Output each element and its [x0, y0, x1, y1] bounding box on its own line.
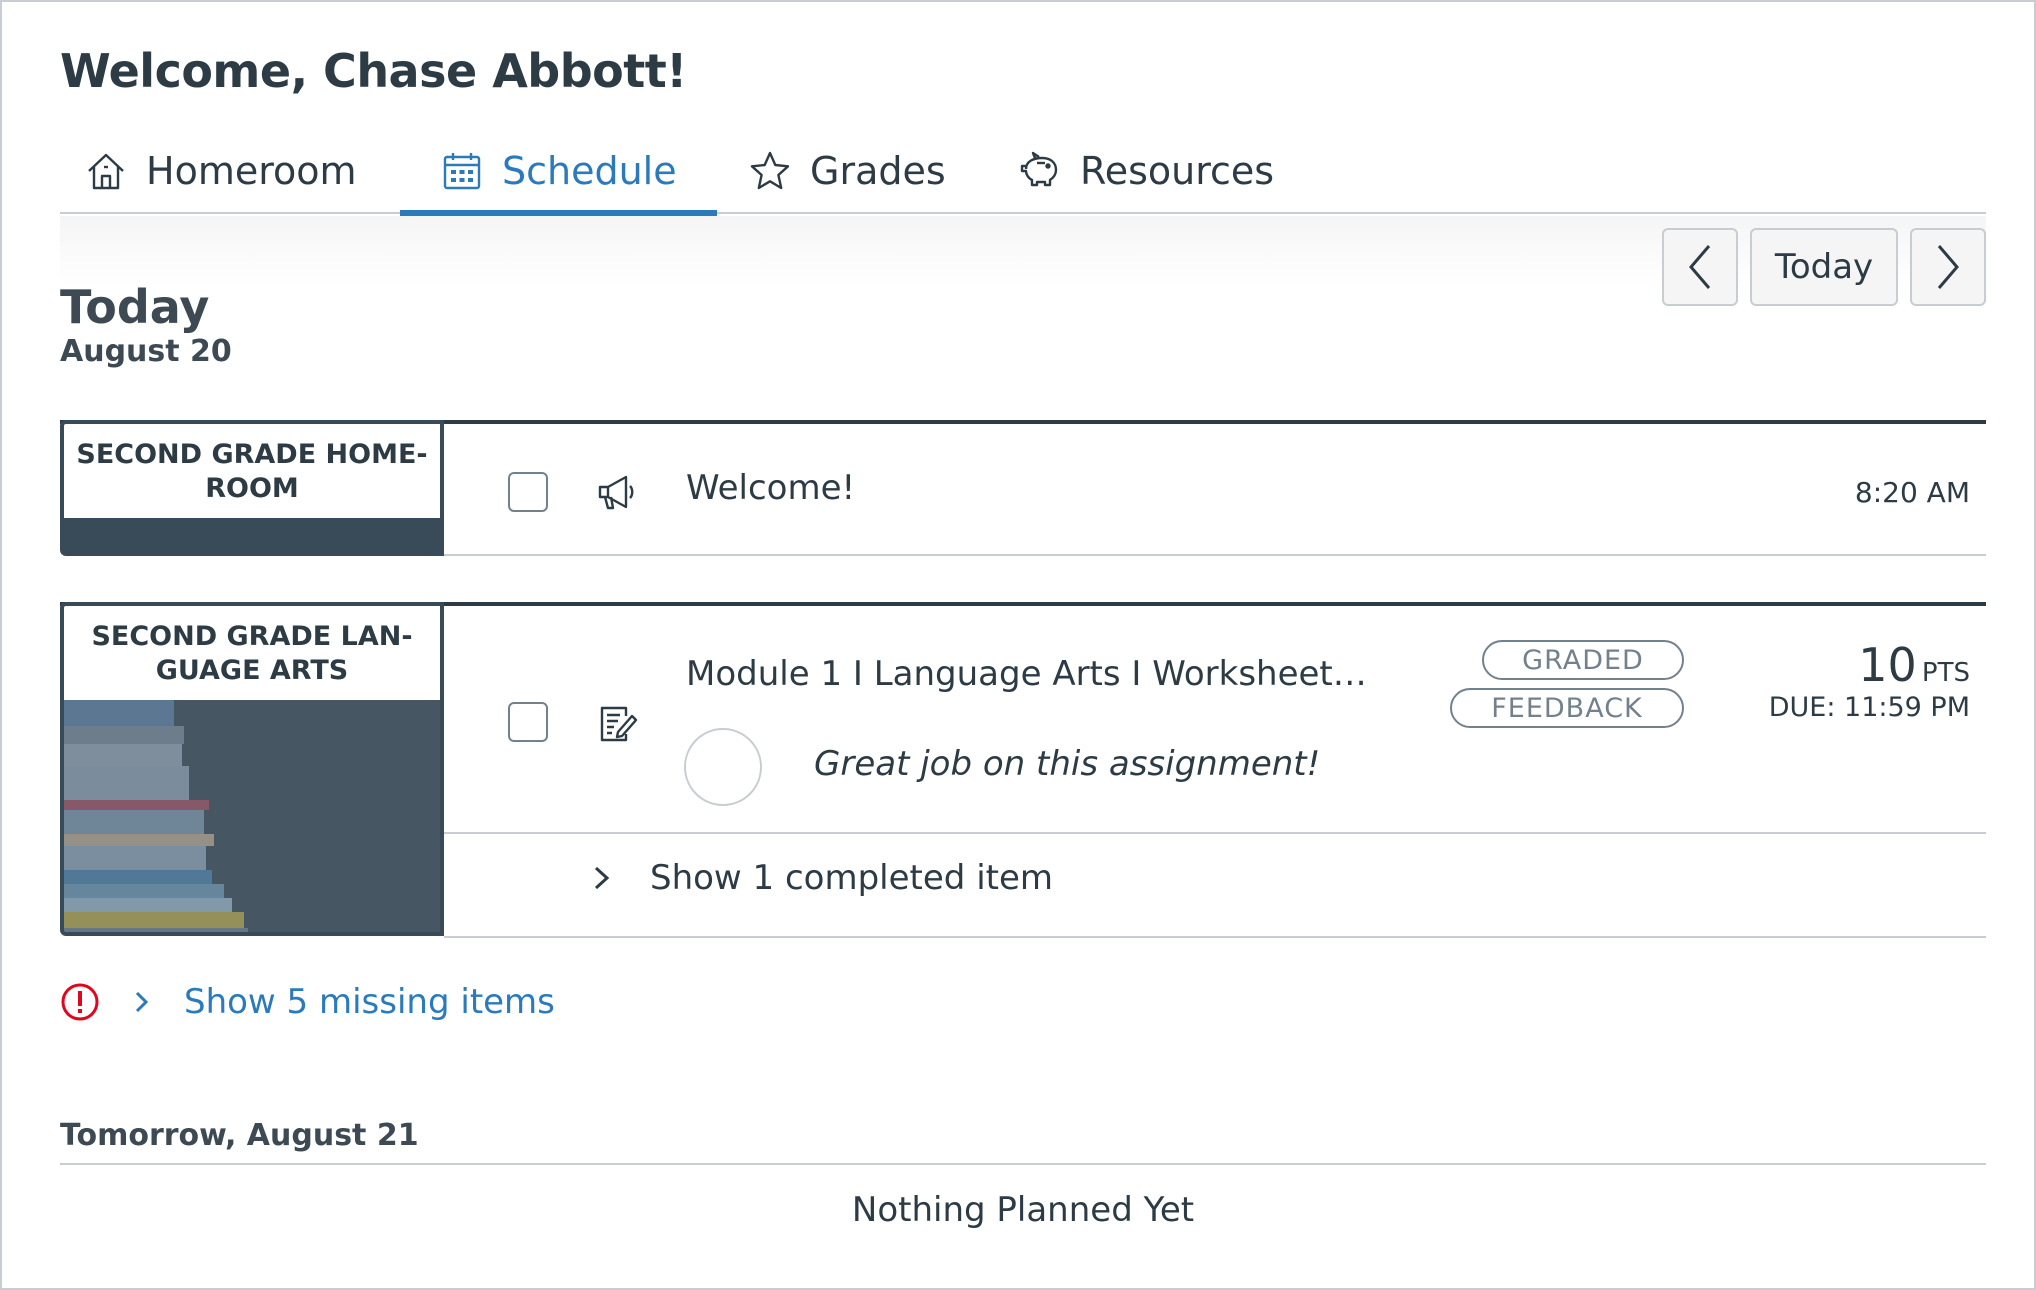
calendar-icon [443, 153, 481, 190]
points-value: 10 [1858, 638, 1917, 692]
item-title[interactable]: Welcome! [686, 468, 855, 508]
item-time: 8:20 AM [1854, 476, 1970, 509]
course-card-language-arts: SECOND GRADE LAN- GUAGE ARTS Module 1 I … [60, 602, 1986, 938]
graded-badge: GRADED [1482, 640, 1684, 680]
item-complete-checkbox[interactable] [508, 702, 548, 742]
tab-grades[interactable]: Grades [748, 128, 946, 214]
day-title: Today [60, 280, 210, 334]
row-divider [444, 832, 1986, 834]
chevron-right-icon [135, 991, 149, 1013]
feedback-comment: Great job on this assignment! [814, 744, 1321, 784]
tab-resources[interactable]: Resources [1018, 128, 1274, 214]
tab-label: Grades [810, 149, 946, 193]
nothing-planned-text: Nothing Planned Yet [851, 1190, 1195, 1230]
welcome-heading: Welcome, Chase Abbott! [60, 44, 687, 98]
today-button[interactable]: Today [1750, 228, 1898, 306]
course-tile[interactable]: SECOND GRADE LAN- GUAGE ARTS [60, 602, 444, 936]
books-stack-image [64, 700, 440, 932]
item-complete-checkbox[interactable] [508, 472, 548, 512]
due-time: DUE: 11:59 PM [1768, 692, 1970, 723]
tab-label: Homeroom [146, 149, 357, 193]
course-tile[interactable]: SECOND GRADE HOME- ROOM [60, 420, 444, 556]
tomorrow-heading: Tomorrow, August 21 [60, 1118, 419, 1153]
course-name: SECOND GRADE HOME- ROOM [64, 424, 440, 518]
warning-icon [61, 983, 99, 1021]
next-day-button[interactable] [1910, 228, 1986, 306]
day-date: August 20 [60, 334, 232, 369]
dashboard-tabs: Homeroom Schedule Grades Resources [60, 128, 1986, 216]
tab-schedule[interactable]: Schedule [400, 128, 717, 216]
show-completed-toggle[interactable]: Show 1 completed item [590, 858, 1053, 898]
announcement-icon [598, 475, 634, 510]
tomorrow-divider [60, 1163, 1986, 1165]
feedback-badge: FEEDBACK [1450, 688, 1684, 728]
chevron-right-icon [594, 866, 610, 890]
row-divider [444, 936, 1986, 938]
tab-label: Schedule [502, 149, 677, 193]
tab-homeroom[interactable]: Homeroom [84, 128, 357, 214]
item-title[interactable]: Module 1 I Language Arts I Worksheet… [686, 654, 1367, 694]
points: 10 PTS [1858, 638, 1970, 692]
teacher-avatar [684, 728, 762, 806]
home-icon [88, 153, 124, 190]
tab-label: Resources [1080, 149, 1275, 193]
chevron-right-icon [1937, 245, 1959, 289]
row-divider [444, 554, 1986, 556]
assignment-icon [600, 706, 638, 742]
show-completed-label: Show 1 completed item [650, 858, 1054, 898]
course-name: SECOND GRADE LAN- GUAGE ARTS [64, 606, 440, 700]
missing-items-row[interactable]: Show 5 missing items [60, 982, 555, 1022]
piggy-bank-icon [1020, 151, 1058, 187]
show-missing-items-link[interactable]: Show 5 missing items [184, 982, 555, 1022]
previous-day-button[interactable] [1662, 228, 1738, 306]
chevron-left-icon [1689, 245, 1711, 289]
course-card-homeroom: SECOND GRADE HOME- ROOM Welcome! 8:20 AM [60, 420, 1986, 556]
points-unit: PTS [1921, 658, 1970, 688]
star-icon [750, 151, 790, 190]
